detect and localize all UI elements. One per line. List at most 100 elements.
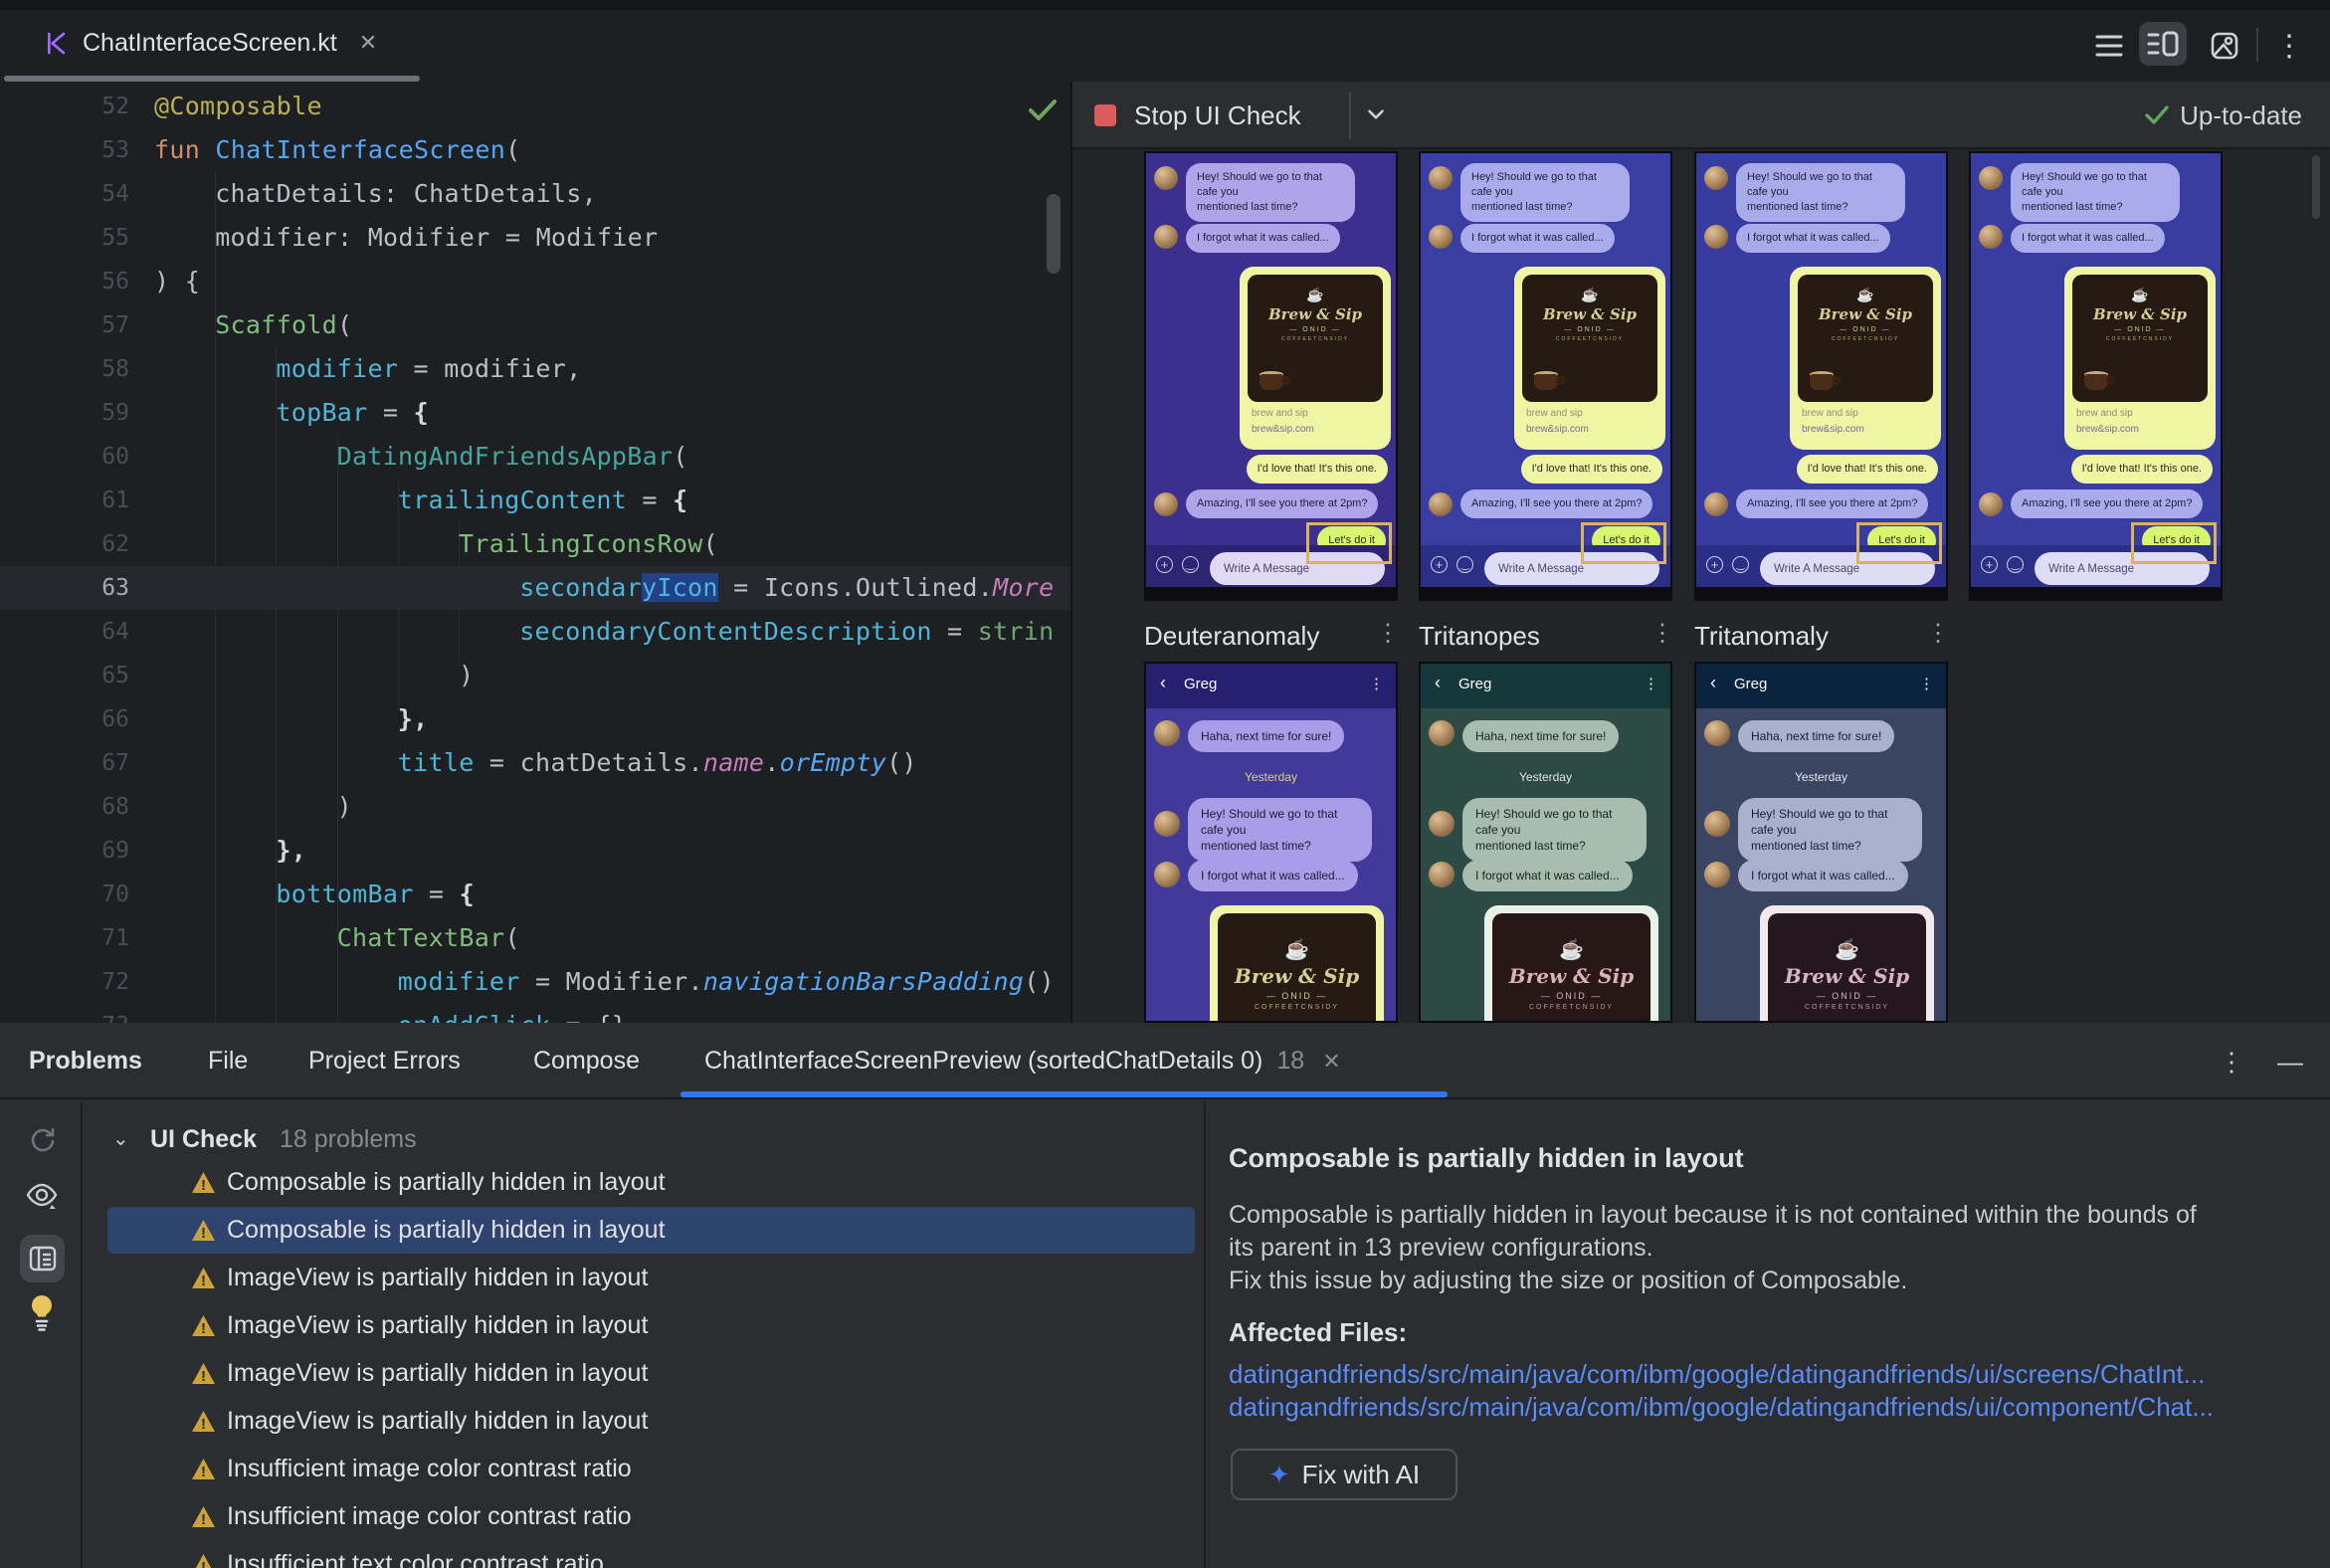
ui-check-preview-phone[interactable]: ‹ Greg ⋮ Haha, next time for sure! Yesterday… [1694, 662, 1948, 1023]
split-view-button[interactable] [2139, 22, 2187, 66]
emoji-icon[interactable]: ‿ [1456, 556, 1473, 573]
problem-item[interactable]: ! Insufficient image color contrast ratio [107, 1493, 1195, 1540]
problem-item[interactable]: ! ImageView is partially hidden in layout [107, 1398, 1195, 1445]
ui-check-preview-phone[interactable]: ‹ Greg ⋮ Haha, next time for sure! Yesterday… [1419, 662, 1672, 1023]
avatar [1704, 166, 1728, 190]
eye-icon[interactable] [22, 1177, 62, 1213]
preview-label: Tritanomaly [1694, 621, 1829, 651]
ui-check-preview-phone[interactable]: Hey! Should we go to that cafe you mentio… [1969, 151, 2223, 601]
chat-bubble: Haha, next time for sure! [1462, 720, 1620, 752]
chat-app-bar: ‹ Greg ⋮ [1421, 664, 1670, 708]
back-icon[interactable]: ‹ [1710, 673, 1716, 693]
tab-chatinterfacescreenpreview-sortedchatdetails-0-[interactable]: ChatInterfaceScreenPreview (sortedChatDe… [704, 1023, 1341, 1099]
add-icon[interactable]: + [1156, 556, 1173, 573]
line-number: 62 [101, 531, 129, 557]
warning-icon: ! [192, 1363, 215, 1384]
brew-and-sip-image: ☕ Brew & Sip — ONID — COFFEETCNSIDY [1798, 275, 1933, 402]
code-text: bottomBar = { [276, 880, 475, 908]
warning-icon: ! [192, 1459, 215, 1479]
avatar [1704, 720, 1730, 746]
design-view-button[interactable] [2205, 26, 2244, 66]
preview-scrollbar[interactable] [2312, 155, 2320, 219]
cup-body [1810, 374, 1834, 390]
problem-item[interactable]: ! ImageView is partially hidden in layout [107, 1302, 1195, 1349]
inspection-ok-icon[interactable] [1027, 98, 1059, 123]
tab-compose[interactable]: Compose [533, 1023, 640, 1099]
more-options-icon[interactable]: ⋮ [1376, 619, 1400, 648]
avatar [1154, 862, 1180, 887]
fix-with-ai-button[interactable]: ✦ Fix with AI [1231, 1449, 1457, 1500]
add-icon[interactable]: + [1706, 556, 1723, 573]
show-preview-toggle[interactable] [20, 1235, 65, 1282]
problem-title: Composable is partially hidden in layout [1229, 1143, 1744, 1173]
back-icon[interactable]: ‹ [1435, 673, 1441, 693]
code-view-button[interactable] [2089, 26, 2129, 66]
warning-icon: ! [192, 1315, 215, 1336]
close-tab-icon[interactable]: ✕ [1322, 1049, 1340, 1074]
ui-check-issue-highlight [1856, 522, 1942, 564]
emoji-icon[interactable]: ‿ [2007, 556, 2024, 573]
code-text: ) [336, 792, 352, 821]
line-number: 69 [101, 838, 129, 864]
problem-item[interactable]: ! ImageView is partially hidden in layout [107, 1255, 1195, 1301]
refresh-icon[interactable] [22, 1123, 62, 1159]
code-text: }, [276, 836, 307, 865]
phone-bezel [1696, 587, 1946, 599]
lightbulb-icon[interactable] [22, 1290, 62, 1334]
problem-item[interactable]: ! Composable is partially hidden in layou… [107, 1207, 1195, 1254]
stop-ui-check-button[interactable]: Stop UI Check [1094, 96, 1301, 135]
affected-file-link[interactable]: datingandfriends/src/main/java/com/ibm/g… [1229, 1359, 2205, 1390]
line-number: 58 [101, 356, 129, 382]
emoji-icon[interactable]: ‿ [1732, 556, 1749, 573]
add-icon[interactable]: + [1431, 556, 1448, 573]
line-number: 67 [101, 750, 129, 776]
cup-body [2084, 374, 2108, 390]
problem-item[interactable]: ! Insufficient image color contrast ratio [107, 1446, 1195, 1492]
chevron-down-icon[interactable]: ⌄ [112, 1117, 129, 1161]
avatar [1979, 225, 2003, 249]
ui-check-preview-phone[interactable]: Hey! Should we go to that cafe you mentio… [1694, 151, 1948, 601]
brand-subtext: COFFEETCNSIDY [2105, 336, 2175, 342]
more-options-icon[interactable]: ⋮ [1926, 619, 1950, 648]
ai-sparkle-icon: ✦ [1267, 1459, 1290, 1489]
brew-and-sip-image: ☕ Brew & Sip — ONID — COFFEETCNSIDY [1218, 913, 1376, 1021]
code-editor[interactable]: 52 @Composable 53 fun ChatInterfaceScreen(5… [0, 82, 1070, 1023]
problem-item[interactable]: ! Composable is partially hidden in layou… [107, 1159, 1195, 1206]
tab-project-errors[interactable]: Project Errors [308, 1023, 461, 1099]
tab-file[interactable]: File [208, 1023, 248, 1099]
warning-icon: ! [192, 1172, 215, 1193]
code-text: onAddClick = {}, [398, 1004, 643, 1023]
avatar [1704, 811, 1730, 837]
problem-item[interactable]: ! ImageView is partially hidden in layout [107, 1350, 1195, 1397]
add-icon[interactable]: + [1981, 556, 1998, 573]
date-separator: Yesterday [1519, 770, 1572, 784]
more-options-icon[interactable]: ⋮ [1369, 675, 1384, 692]
avatar [1979, 492, 2003, 516]
ui-check-preview-phone[interactable]: Hey! Should we go to that cafe you mentio… [1419, 151, 1672, 601]
more-options-icon[interactable]: ⋮ [1919, 675, 1934, 692]
ui-check-preview-phone[interactable]: Hey! Should we go to that cafe you mentio… [1144, 151, 1398, 601]
more-options-icon[interactable]: ⋮ [2272, 26, 2306, 66]
chevron-down-icon[interactable] [1363, 101, 1389, 127]
editor-tab[interactable]: ChatInterfaceScreen.kt ✕ [20, 10, 399, 76]
warning-icon: ! [192, 1220, 215, 1241]
tab-problems[interactable]: Problems [29, 1023, 142, 1099]
problem-item[interactable]: ! Insufficient text color contrast ratio [107, 1541, 1195, 1568]
ui-check-preview-phone[interactable]: ‹ Greg ⋮ Haha, next time for sure! Yesterday… [1144, 662, 1398, 1023]
back-icon[interactable]: ‹ [1160, 673, 1166, 693]
code-text: fun ChatInterfaceScreen( [154, 135, 521, 164]
more-options-icon[interactable]: ⋮ [1644, 675, 1658, 692]
affected-files-label: Affected Files: [1229, 1317, 1408, 1347]
emoji-icon[interactable]: ‿ [1182, 556, 1199, 573]
more-options-icon[interactable]: ⋮ [1650, 619, 1674, 648]
minimize-icon[interactable]: — [2273, 1047, 2307, 1078]
preview-label: Tritanopes [1419, 621, 1540, 651]
close-tab-icon[interactable]: ✕ [359, 30, 377, 56]
card-caption: brew and sip [1526, 408, 1583, 419]
chat-bubble: I'd love that! It's this one. [1520, 455, 1662, 484]
affected-file-link[interactable]: datingandfriends/src/main/java/com/ibm/g… [1229, 1392, 2214, 1423]
more-options-icon[interactable]: ⋮ [2217, 1047, 2246, 1078]
code-line: 52 @Composable [0, 85, 1070, 128]
editor-scrollbar[interactable] [1047, 194, 1061, 274]
code-line: 69}, [0, 829, 1070, 873]
